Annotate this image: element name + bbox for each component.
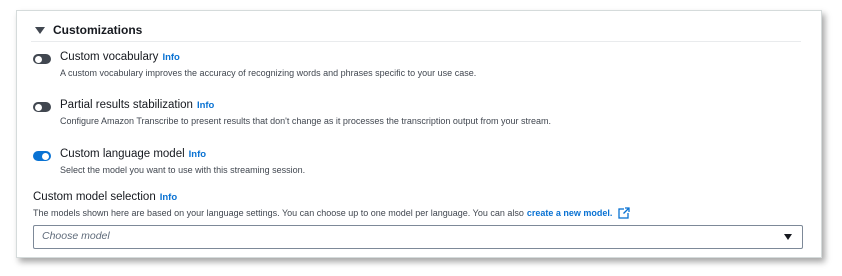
toggle-label-text: Custom vocabulary — [60, 51, 159, 63]
custom-language-model-label: Custom language model Info — [60, 148, 206, 160]
toggle-label-text: Partial results stabilization — [60, 99, 193, 111]
info-link[interactable]: Info — [189, 149, 206, 160]
partial-results-label: Partial results stabilization Info — [60, 99, 214, 111]
model-selection-label: Custom model selection Info — [33, 191, 177, 203]
info-link[interactable]: Info — [160, 192, 177, 203]
custom-vocabulary-toggle[interactable] — [33, 54, 51, 64]
custom-language-model-description: Select the model you want to use with th… — [60, 165, 306, 175]
select-placeholder: Choose model — [42, 230, 110, 242]
toggle-knob — [42, 152, 49, 160]
info-link[interactable]: Info — [197, 100, 214, 111]
divider — [31, 41, 801, 42]
toggle-knob — [35, 103, 42, 111]
custom-vocabulary-description: A custom vocabulary improves the accurac… — [60, 68, 477, 78]
toggle-knob — [35, 55, 42, 63]
model-selection-description: The models shown here are based on your … — [33, 207, 631, 219]
custom-language-model-toggle[interactable] — [33, 151, 51, 161]
info-link[interactable]: Info — [162, 52, 179, 63]
toggle-label-text: Custom language model — [60, 148, 185, 160]
section-title: Customizations — [53, 23, 143, 37]
partial-results-toggle[interactable] — [33, 102, 51, 112]
caret-down-icon[interactable] — [35, 26, 45, 34]
field-label-text: Custom model selection — [33, 191, 156, 203]
customizations-panel: Customizations Custom vocabulary Info A c… — [16, 10, 822, 258]
external-link-icon[interactable] — [618, 207, 631, 219]
create-new-model-link[interactable]: create a new model. — [527, 208, 613, 218]
choose-model-select[interactable]: Choose model — [33, 225, 803, 249]
custom-vocabulary-label: Custom vocabulary Info — [60, 51, 180, 63]
partial-results-description: Configure Amazon Transcribe to present r… — [60, 116, 551, 126]
description-text: The models shown here are based on your … — [33, 208, 524, 218]
customizations-header[interactable]: Customizations — [35, 21, 142, 39]
caret-down-icon — [784, 234, 792, 240]
